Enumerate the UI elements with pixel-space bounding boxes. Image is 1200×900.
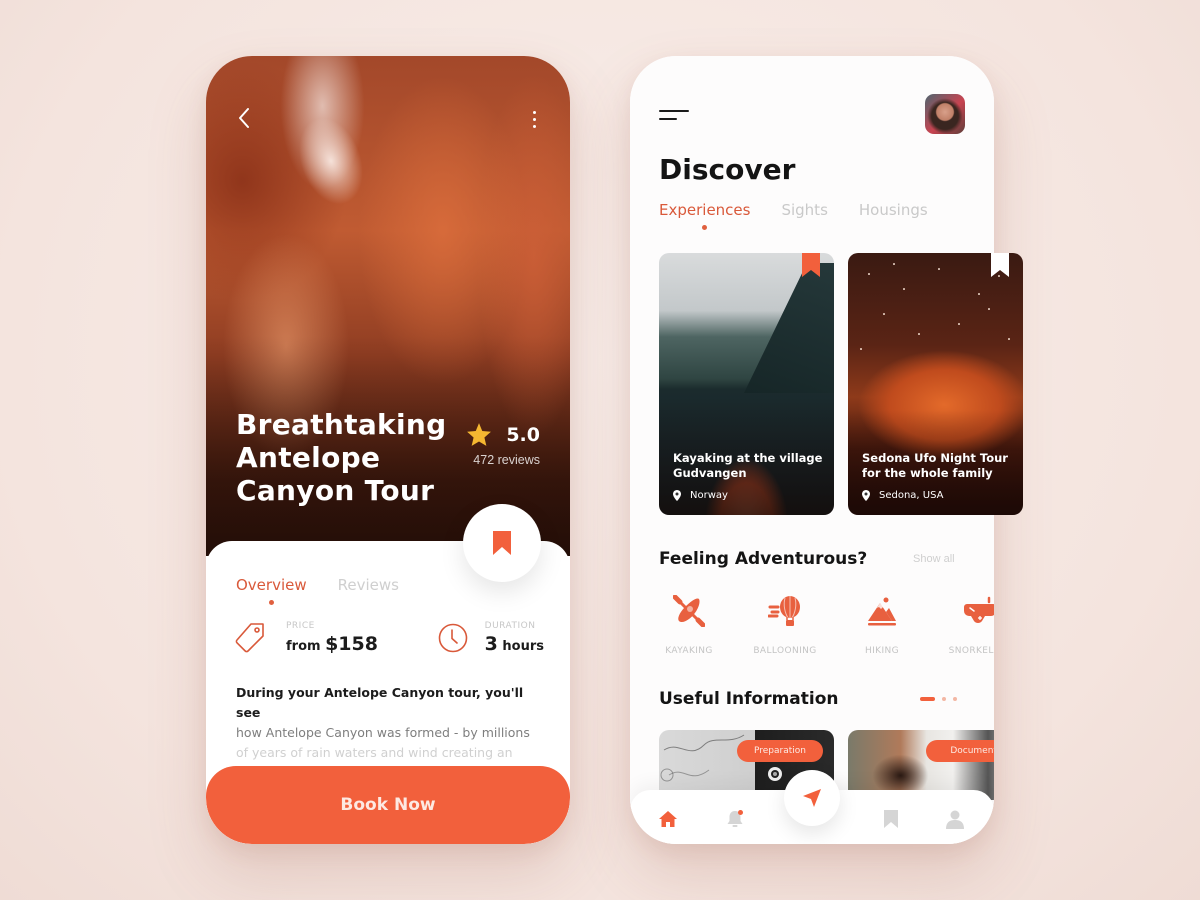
- experience-title: Kayaking at the village Gudvangen: [673, 451, 823, 480]
- mountain-icon: [868, 597, 896, 626]
- nav-navigate-button[interactable]: [784, 770, 840, 826]
- rating-value: 5.0: [506, 423, 540, 446]
- nav-profile[interactable]: [944, 808, 966, 830]
- book-now-button[interactable]: Book Now: [206, 766, 570, 844]
- info-section-title: Useful Information: [659, 689, 839, 709]
- pager-dot[interactable]: [942, 697, 946, 701]
- hamburger-menu-icon[interactable]: [659, 110, 689, 124]
- price-tag-icon: [235, 623, 264, 653]
- adventure-section-title: Feeling Adventurous?: [659, 549, 868, 569]
- location-pin-icon: [673, 490, 681, 501]
- hot-air-balloon-icon: [768, 596, 800, 626]
- tour-description: During your Antelope Canyon tour, you'll…: [236, 685, 530, 760]
- user-icon: [946, 810, 964, 829]
- bell-icon: [727, 810, 743, 827]
- discover-screen: Discover Experiences Sights Housings Fee…: [630, 56, 1023, 844]
- show-all-link[interactable]: Show all: [913, 553, 955, 565]
- nav-notifications[interactable]: [724, 808, 746, 830]
- info-card-label: Documents: [926, 740, 994, 762]
- more-options-button[interactable]: [526, 106, 542, 132]
- navigation-arrow-icon: [803, 789, 821, 807]
- activity-snorkeling[interactable]: SNORKELING: [940, 594, 994, 656]
- experience-card[interactable]: Sedona Ufo Night Tour for the whole fami…: [848, 253, 1023, 515]
- carousel-pager: [920, 697, 957, 701]
- activity-ballooning[interactable]: BALLOONING: [745, 594, 825, 656]
- detail-tabs: Overview Reviews: [236, 576, 399, 605]
- home-icon: [659, 811, 677, 827]
- pager-dot-active[interactable]: [920, 697, 935, 701]
- more-vertical-icon: [532, 110, 536, 114]
- back-button[interactable]: [232, 106, 256, 130]
- tab-reviews[interactable]: Reviews: [338, 576, 399, 594]
- price-value: from $158: [286, 633, 378, 655]
- pager-dot[interactable]: [953, 697, 957, 701]
- duration-value: 3 hours: [484, 633, 544, 655]
- nav-home[interactable]: [657, 808, 679, 830]
- duration-info: DURATION 3 hours: [438, 621, 544, 655]
- camera-lens-illustration: [768, 767, 782, 781]
- activity-list: KAYAKING BALLOONING HIKING SNORKEL: [659, 594, 994, 664]
- review-count[interactable]: 472 reviews: [466, 453, 540, 467]
- active-tab-indicator: [268, 600, 274, 605]
- bookmark-button[interactable]: [463, 504, 541, 582]
- clock-icon: [438, 623, 467, 653]
- nav-saved[interactable]: [880, 808, 902, 830]
- activity-kayaking[interactable]: KAYAKING: [649, 594, 729, 656]
- tab-experiences[interactable]: Experiences: [659, 201, 750, 230]
- chevron-left-icon: [239, 108, 249, 128]
- user-avatar[interactable]: [925, 94, 965, 134]
- rating: 5.0 472 reviews: [466, 422, 540, 467]
- price-info: PRICE from $158: [234, 621, 378, 655]
- bookmark-icon[interactable]: [991, 253, 1009, 277]
- bookmark-icon[interactable]: [802, 253, 820, 277]
- bookmark-icon: [884, 810, 898, 828]
- experience-location: Sedona, USA: [862, 490, 943, 501]
- star-icon: [467, 423, 492, 446]
- experience-card[interactable]: Kayaking at the village Gudvangen Norway: [659, 253, 834, 515]
- tour-detail-screen: Breathtaking Antelope Canyon Tour 5.0 47…: [206, 56, 570, 844]
- tab-sights[interactable]: Sights: [781, 201, 827, 219]
- active-tab-indicator: [702, 225, 708, 230]
- tab-overview[interactable]: Overview: [236, 576, 307, 605]
- bookmark-icon: [493, 531, 511, 555]
- tour-title: Breathtaking Antelope Canyon Tour: [236, 408, 447, 507]
- kayak-icon: [673, 595, 705, 627]
- snorkel-mask-icon: [964, 596, 994, 623]
- location-pin-icon: [862, 490, 870, 501]
- experience-location: Norway: [673, 490, 728, 501]
- tab-housings[interactable]: Housings: [859, 201, 928, 219]
- tour-info: PRICE from $158 DURATION 3 hours: [234, 621, 544, 655]
- page-title: Discover: [659, 153, 796, 186]
- activity-hiking[interactable]: HIKING: [842, 594, 922, 656]
- experience-title: Sedona Ufo Night Tour for the whole fami…: [862, 451, 1008, 480]
- info-card-label: Preparation: [737, 740, 823, 762]
- discover-tabs: Experiences Sights Housings: [659, 201, 928, 230]
